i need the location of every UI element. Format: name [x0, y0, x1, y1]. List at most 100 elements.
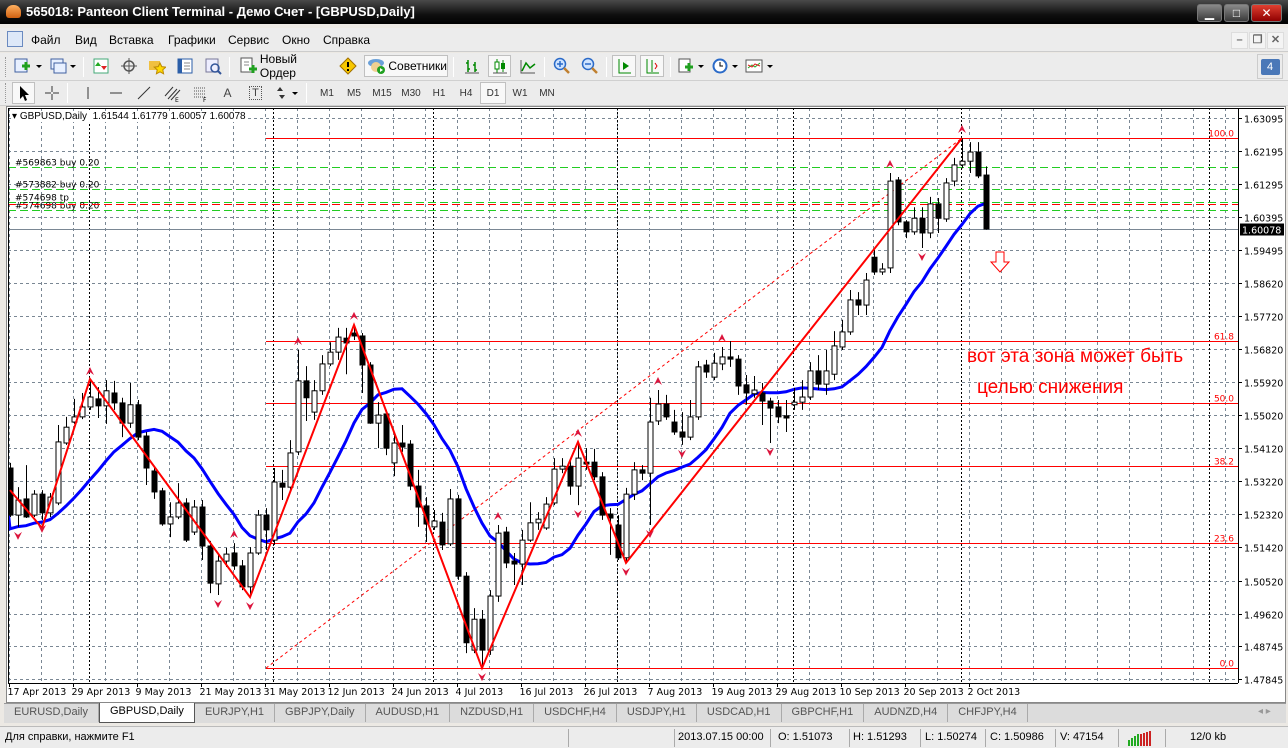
chart-tab[interactable]: EURUSD,Daily — [4, 704, 99, 722]
fractal-up-arrow-icon — [958, 125, 966, 134]
bullish-candle — [751, 389, 758, 395]
bearish-candle — [935, 203, 942, 219]
bullish-candle — [887, 180, 894, 269]
time-tick-label: 10 Sep 2013 — [840, 687, 900, 698]
bullish-candle — [631, 469, 638, 495]
time-tick-label: 17 Apr 2013 — [8, 687, 67, 698]
price-tick-label: 1.63095 — [1244, 115, 1283, 126]
bullish-candle — [431, 520, 438, 528]
bullish-candle — [927, 203, 934, 234]
bearish-candle — [975, 151, 982, 177]
chart-tab[interactable]: GBPUSD,Daily — [98, 703, 195, 723]
bullish-candle — [559, 465, 566, 470]
order-label: #569863 buy 0.20 — [15, 159, 100, 169]
moving-average-line — [8, 201, 987, 566]
time-tick-label: 19 Aug 2013 — [712, 687, 773, 698]
chart-open: 1.61544 — [92, 111, 129, 122]
chart-tab[interactable]: USDCAD,H1 — [697, 704, 782, 722]
chart-tab[interactable]: GBPCHF,H1 — [782, 704, 865, 722]
time-tick-label: 9 May 2013 — [136, 687, 192, 698]
bullish-candle — [287, 452, 294, 488]
bullish-candle — [223, 553, 230, 562]
price-tick-label: 1.55020 — [1244, 412, 1283, 423]
bullish-candle — [311, 390, 318, 413]
chart-tab[interactable]: USDCHF,H4 — [534, 704, 617, 722]
connection-status-icon[interactable] — [1128, 730, 1154, 746]
bullish-candle — [167, 516, 174, 525]
chart-tab[interactable]: AUDNZD,H4 — [864, 704, 949, 722]
fractal-up-arrow-icon — [886, 159, 894, 168]
bullish-candle — [911, 217, 918, 233]
bearish-candle — [207, 545, 214, 584]
price-tick-label: 1.57720 — [1244, 313, 1283, 324]
bullish-candle — [879, 268, 886, 273]
price-tick-label: 1.58620 — [1244, 280, 1283, 291]
bullish-candle — [823, 370, 830, 385]
bullish-candle — [335, 336, 342, 353]
current-price-label: 1.60078 — [1242, 226, 1281, 237]
fib-level-label: 23.6 — [1214, 535, 1234, 545]
bullish-candle — [647, 421, 654, 474]
fractal-down-arrow-icon — [918, 253, 926, 262]
chart-menu-triangle-icon[interactable]: ▾ — [12, 111, 17, 122]
price-tick-label: 1.48745 — [1244, 643, 1283, 654]
chart-tab[interactable]: GBPJPY,Daily — [275, 704, 366, 722]
price-tick-label: 1.55920 — [1244, 379, 1283, 390]
price-tick-label: 1.49620 — [1244, 611, 1283, 622]
chart-tab[interactable]: NZDUSD,H1 — [450, 704, 535, 722]
fractal-down-arrow-icon — [14, 531, 22, 540]
time-tick-label: 2 Oct 2013 — [968, 687, 1021, 698]
bearish-candle — [703, 364, 710, 373]
chart-header: ▾ GBPUSD,Daily 1.61544 1.61779 1.60057 1… — [12, 111, 246, 122]
bearish-candle — [767, 400, 774, 409]
bearish-candle — [919, 217, 926, 234]
bearish-candle — [871, 256, 878, 273]
fractal-up-arrow-icon — [574, 428, 582, 437]
tab-scroll-arrows[interactable]: ◂ ▸ — [1258, 706, 1271, 717]
chart-low: 1.60057 — [170, 111, 207, 122]
chart-tab[interactable]: CHFJPY,H4 — [948, 704, 1028, 722]
bearish-candle — [479, 618, 486, 651]
fib-level-label: 100.0 — [1208, 130, 1234, 140]
price-tick-label: 1.59495 — [1244, 247, 1283, 258]
bearish-candle — [503, 531, 510, 564]
status-traffic: 12/0 kb — [1190, 731, 1227, 743]
bullish-candle — [863, 279, 870, 306]
chart-tab[interactable]: USDJPY,H1 — [617, 704, 697, 722]
bullish-candle — [391, 442, 398, 464]
chart-tabs: EURUSD,Daily GBPUSD,Daily EURJPY,H1 GBPJPY,… — [4, 703, 1286, 723]
bearish-candle — [759, 392, 766, 402]
bullish-candle — [711, 362, 718, 378]
fractal-down-arrow-icon — [766, 448, 774, 457]
price-tick-label: 1.52320 — [1244, 511, 1283, 522]
price-tick-label: 1.56820 — [1244, 346, 1283, 357]
fractal-up-arrow-icon — [494, 512, 502, 521]
time-tick-label: 7 Aug 2013 — [648, 687, 703, 698]
status-help: Для справки, нажмите F1 — [5, 731, 135, 743]
bearish-candle — [567, 465, 574, 487]
order-label: #574698 buy 0.20 — [15, 202, 100, 212]
bearish-candle — [455, 498, 462, 577]
bullish-candle — [959, 160, 966, 166]
bullish-candle — [655, 403, 662, 422]
price-tick-label: 1.54120 — [1244, 445, 1283, 456]
bearish-candle — [903, 221, 910, 233]
bullish-candle — [87, 396, 94, 408]
bullish-candle — [255, 514, 262, 554]
bullish-candle — [799, 396, 806, 403]
time-tick-label: 26 Jul 2013 — [584, 687, 638, 698]
bearish-candle — [815, 370, 822, 385]
chart-high: 1.61779 — [131, 111, 168, 122]
chart-tab[interactable]: EURJPY,H1 — [195, 704, 276, 722]
bearish-candle — [735, 358, 742, 387]
bearish-candle — [591, 461, 598, 478]
time-tick-label: 31 May 2013 — [264, 687, 326, 698]
chart-tab[interactable]: AUDUSD,H1 — [366, 704, 451, 722]
price-tick-label: 1.50520 — [1244, 578, 1283, 589]
status-open: O: 1.51073 — [778, 731, 833, 743]
bearish-candle — [95, 398, 102, 407]
bullish-candle — [527, 522, 534, 541]
bullish-candle — [623, 493, 630, 559]
bullish-candle — [791, 401, 798, 406]
bearish-candle — [135, 404, 142, 438]
